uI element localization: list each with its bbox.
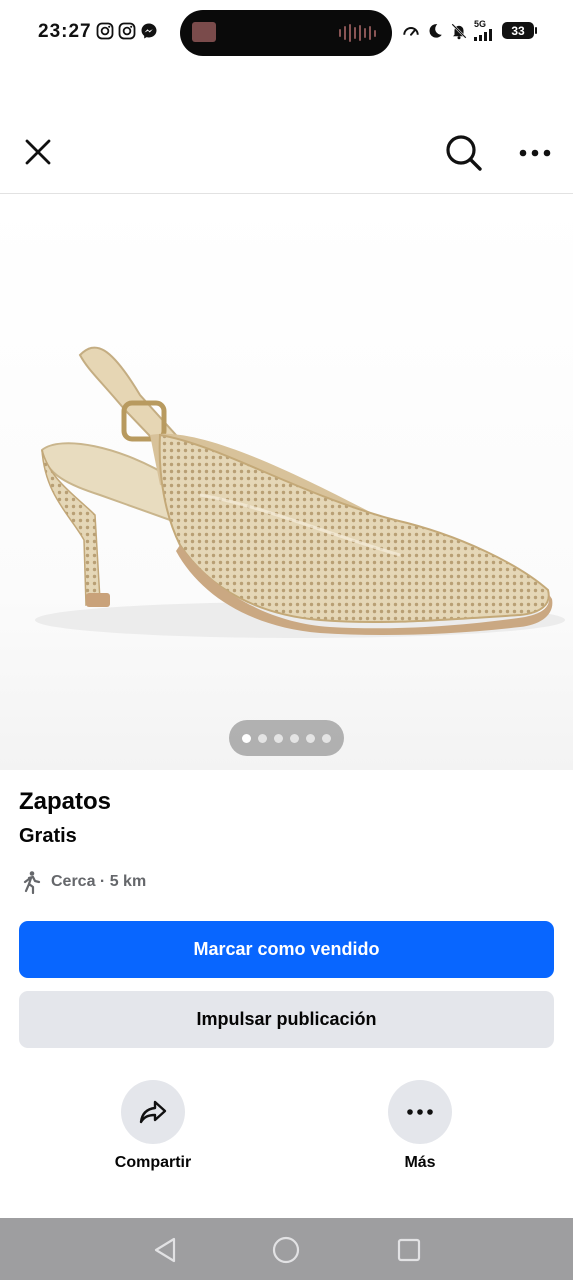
pager-dot[interactable]	[258, 733, 267, 743]
battery-icon: 33	[502, 22, 537, 39]
listing-location: Cerca · 5 km	[19, 870, 146, 894]
instagram-icon	[96, 22, 114, 40]
notification-icons	[96, 22, 158, 40]
walking-person-icon	[23, 871, 41, 894]
search-icon	[446, 135, 482, 171]
more-icon	[519, 149, 551, 157]
recents-button[interactable]	[394, 1235, 424, 1265]
share-action[interactable]: Compartir	[93, 1080, 213, 1172]
more-icon	[407, 1109, 433, 1115]
mute-icon	[451, 22, 467, 39]
share-button[interactable]	[121, 1080, 185, 1144]
share-label: Compartir	[114, 1154, 192, 1171]
close-icon	[25, 139, 51, 165]
pager-dot[interactable]	[322, 733, 331, 743]
signal-group: 5G	[474, 20, 496, 41]
status-time: 23:27	[38, 21, 92, 42]
listing-price: Gratis	[19, 825, 77, 847]
instagram-icon	[118, 22, 136, 40]
shoe-image	[35, 346, 565, 638]
app-bar	[0, 110, 573, 194]
pager-dot[interactable]	[306, 733, 315, 743]
signal-icon	[474, 29, 492, 41]
photo-pager[interactable]	[229, 720, 344, 756]
dynamic-island	[180, 10, 392, 56]
mark-as-sold-button[interactable]: Marcar como vendido	[19, 921, 554, 978]
pager-dot[interactable]	[242, 733, 251, 743]
location-text: Cerca · 5 km	[51, 873, 147, 890]
pager-dot[interactable]	[274, 733, 283, 743]
share-icon	[139, 1100, 167, 1124]
more-label: Más	[404, 1154, 436, 1171]
speed-icon	[403, 26, 419, 36]
more-button[interactable]	[388, 1080, 452, 1144]
audio-wave-icon	[339, 24, 376, 42]
listing-title: Zapatos	[19, 788, 112, 815]
messenger-icon	[141, 23, 157, 39]
search-button[interactable]	[441, 130, 487, 176]
boost-listing-button[interactable]: Impulsar publicación	[19, 991, 554, 1048]
more-options-button[interactable]	[512, 130, 558, 176]
recents-icon	[397, 1238, 421, 1262]
system-icons: 5G 33	[402, 20, 537, 41]
media-thumbnail	[192, 22, 216, 42]
home-icon	[272, 1236, 300, 1264]
moon-icon	[429, 23, 442, 38]
back-icon	[154, 1237, 176, 1263]
close-button[interactable]	[16, 130, 60, 174]
home-button[interactable]	[271, 1235, 301, 1265]
listing-photo[interactable]	[0, 195, 573, 770]
more-action[interactable]: Más	[360, 1080, 480, 1172]
pager-dot[interactable]	[290, 733, 299, 743]
back-button[interactable]	[150, 1235, 180, 1265]
network-type: 5G	[474, 19, 487, 29]
status-bar: 23:27 5G 33	[0, 0, 573, 66]
battery-level: 33	[511, 23, 525, 38]
system-nav-bar	[0, 1218, 573, 1280]
